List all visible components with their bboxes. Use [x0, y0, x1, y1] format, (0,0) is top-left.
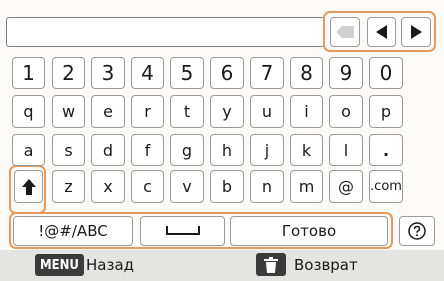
key-6[interactable]: 6 [210, 57, 244, 89]
key-q[interactable]: q [12, 95, 45, 128]
key-u[interactable]: u [250, 95, 284, 128]
key-h[interactable]: h [210, 134, 244, 166]
key-n[interactable]: n [250, 170, 284, 203]
key-4[interactable]: 4 [131, 57, 164, 89]
key-7[interactable]: 7 [250, 57, 284, 89]
key-1[interactable]: 1 [12, 57, 45, 89]
key-c[interactable]: c [131, 170, 164, 203]
key-s[interactable]: s [52, 134, 85, 166]
menu-label: MENU [40, 257, 79, 273]
space-icon [165, 226, 200, 235]
key-w[interactable]: w [52, 95, 85, 128]
done-key[interactable]: Готово [230, 216, 388, 246]
key-8[interactable]: 8 [290, 57, 323, 89]
mode-switch-key[interactable]: !@#/ABC [13, 216, 133, 246]
key-g[interactable]: g [170, 134, 204, 166]
cursor-left-icon [375, 25, 387, 39]
space-key[interactable] [140, 216, 225, 246]
key-b[interactable]: b [210, 170, 244, 203]
help-key[interactable] [399, 216, 435, 246]
menu-button[interactable]: MENU [35, 254, 84, 276]
key-o[interactable]: o [329, 95, 363, 128]
key-l[interactable]: l [329, 134, 363, 166]
key-m[interactable]: m [290, 170, 323, 203]
key-k[interactable]: k [290, 134, 323, 166]
text-input-field[interactable] [6, 17, 325, 47]
key-z[interactable]: z [52, 170, 85, 203]
cursor-right-key[interactable] [401, 17, 431, 47]
trash-icon [264, 256, 278, 273]
key-x[interactable]: x [91, 170, 125, 203]
key-j[interactable]: j [250, 134, 284, 166]
key-dot-com[interactable]: .com [369, 170, 403, 203]
backspace-key[interactable] [330, 17, 360, 47]
back-label: Назад [86, 256, 135, 274]
keyboard-screen: 1 2 3 4 5 6 7 8 9 0 q w e r t y u i o p … [0, 0, 444, 281]
shift-key[interactable] [14, 170, 43, 203]
key-5[interactable]: 5 [170, 57, 204, 89]
return-label: Возврат [294, 256, 358, 274]
key-r[interactable]: r [131, 95, 164, 128]
key-d[interactable]: d [91, 134, 125, 166]
key-at[interactable]: @ [329, 170, 363, 203]
help-icon [408, 222, 426, 240]
shift-icon [21, 178, 36, 195]
key-f[interactable]: f [131, 134, 164, 166]
return-button[interactable] [256, 253, 286, 276]
key-v[interactable]: v [170, 170, 204, 203]
cursor-right-icon [411, 25, 422, 39]
key-2[interactable]: 2 [52, 57, 85, 89]
key-t[interactable]: t [170, 95, 204, 128]
key-a[interactable]: a [12, 134, 45, 166]
key-i[interactable]: i [290, 95, 323, 128]
key-p[interactable]: p [369, 95, 403, 128]
key-0[interactable]: 0 [369, 57, 403, 89]
key-3[interactable]: 3 [91, 57, 125, 89]
key-9[interactable]: 9 [329, 57, 363, 89]
key-period[interactable]: . [369, 134, 403, 166]
key-e[interactable]: e [91, 95, 125, 128]
cursor-left-key[interactable] [367, 17, 396, 47]
backspace-icon [336, 26, 354, 38]
key-y[interactable]: y [210, 95, 244, 128]
